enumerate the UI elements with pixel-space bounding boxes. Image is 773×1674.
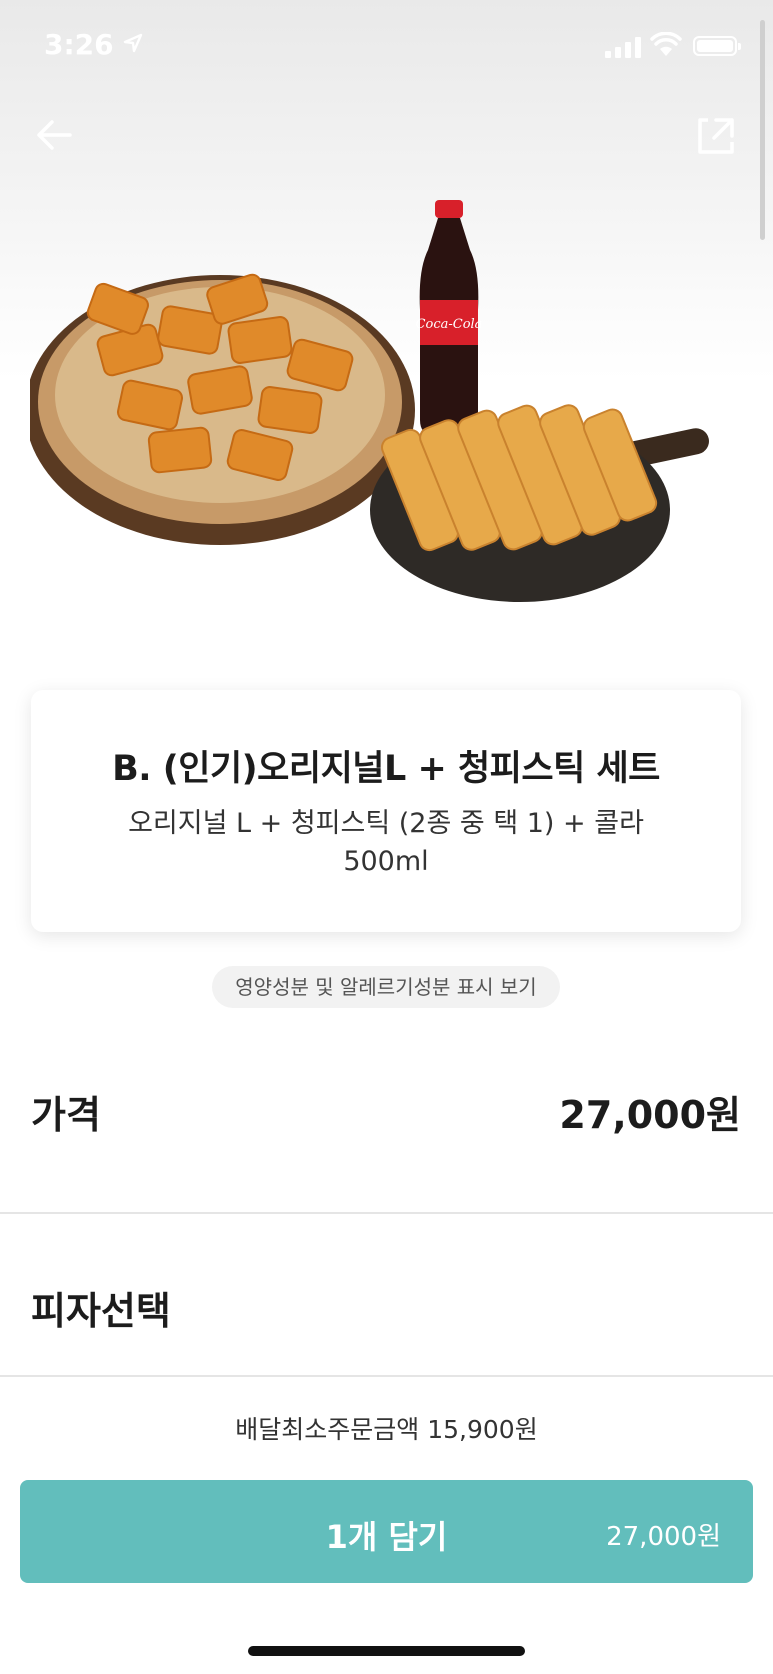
home-indicator: [248, 1646, 525, 1656]
product-description: 오리지널 L + 청피스틱 (2종 중 택 1) + 콜라 500ml: [128, 808, 644, 877]
product-image: Coca-Cola: [30, 200, 709, 602]
scroll-indicator: [760, 20, 765, 240]
price-label: 가격: [31, 1093, 101, 1137]
wifi-icon: [650, 32, 682, 56]
battery-icon: [693, 36, 741, 56]
pizza-select-heading[interactable]: 피자선택: [31, 1280, 171, 1335]
price-row: 가격 27,000원: [31, 1080, 741, 1140]
product-title: B. (인기)오리지널L + 청피스틱 세트: [112, 749, 660, 789]
price-value: 27,000원: [559, 1093, 741, 1137]
svg-text:Coca-Cola: Coca-Cola: [416, 317, 483, 332]
share-button[interactable]: [690, 110, 740, 160]
cellular-signal-icon: [605, 36, 641, 58]
add-to-cart-price: 27,000원: [606, 1522, 721, 1552]
status-time: 3:26: [44, 28, 114, 61]
product-info-card: B. (인기)오리지널L + 청피스틱 세트 오리지널 L + 청피스틱 (2종…: [31, 690, 741, 932]
nutrition-allergen-button[interactable]: 영양성분 및 알레르기성분 표시 보기: [212, 966, 560, 1008]
min-order-amount: 배달최소주문금액 15,900원: [235, 1415, 538, 1444]
location-arrow-icon: [123, 33, 143, 53]
share-icon: [698, 118, 734, 154]
status-bar: 3:26: [0, 0, 773, 90]
back-arrow-icon: [37, 120, 72, 150]
back-button[interactable]: [30, 110, 80, 160]
divider: [0, 1375, 773, 1377]
divider: [0, 1212, 773, 1214]
add-to-cart-button[interactable]: 1개 담기 27,000원: [20, 1480, 753, 1583]
